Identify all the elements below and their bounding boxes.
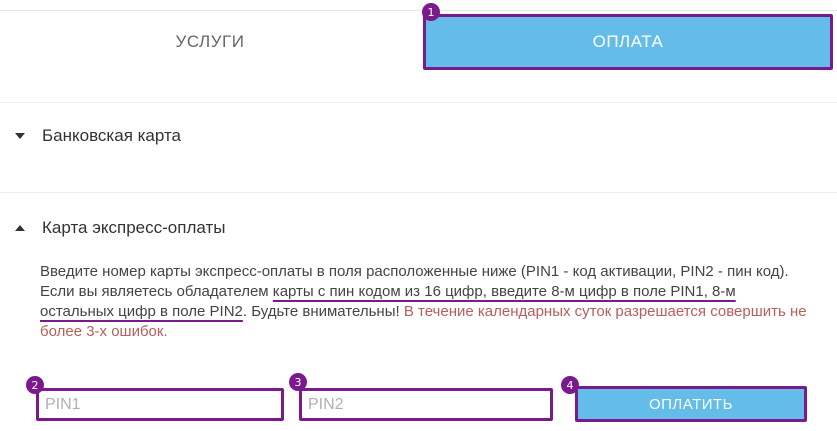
top-divider xyxy=(0,10,837,11)
caret-down-icon xyxy=(15,133,25,139)
pin1-input[interactable] xyxy=(36,388,284,421)
section-express-card-header[interactable]: Карта экспресс-оплаты xyxy=(14,218,225,238)
tab-payment[interactable]: Оплата xyxy=(423,14,833,70)
section-bank-card-title: Банковская карта xyxy=(42,126,182,145)
caret-up-icon xyxy=(15,225,25,231)
marker-badge: 3 xyxy=(289,373,307,391)
marker-badge: 2 xyxy=(26,376,44,394)
tab-services[interactable]: Услуги xyxy=(0,14,420,70)
express-card-instructions: Введите номер карты экспресс-оплаты в по… xyxy=(40,262,810,342)
section-bank-card-header[interactable]: Банковская карта xyxy=(14,126,181,146)
tab-bar: Услуги Оплата xyxy=(0,14,837,70)
section-divider xyxy=(0,102,837,103)
section-divider xyxy=(0,192,837,193)
marker-badge: 4 xyxy=(561,376,579,394)
marker-badge: 1 xyxy=(422,3,440,21)
pin2-input[interactable] xyxy=(299,388,553,421)
pay-button[interactable]: Оплатить xyxy=(575,386,807,422)
instructions-text-cont: . Будьте внимательны! xyxy=(242,303,404,320)
section-express-card-title: Карта экспресс-оплаты xyxy=(42,218,226,237)
